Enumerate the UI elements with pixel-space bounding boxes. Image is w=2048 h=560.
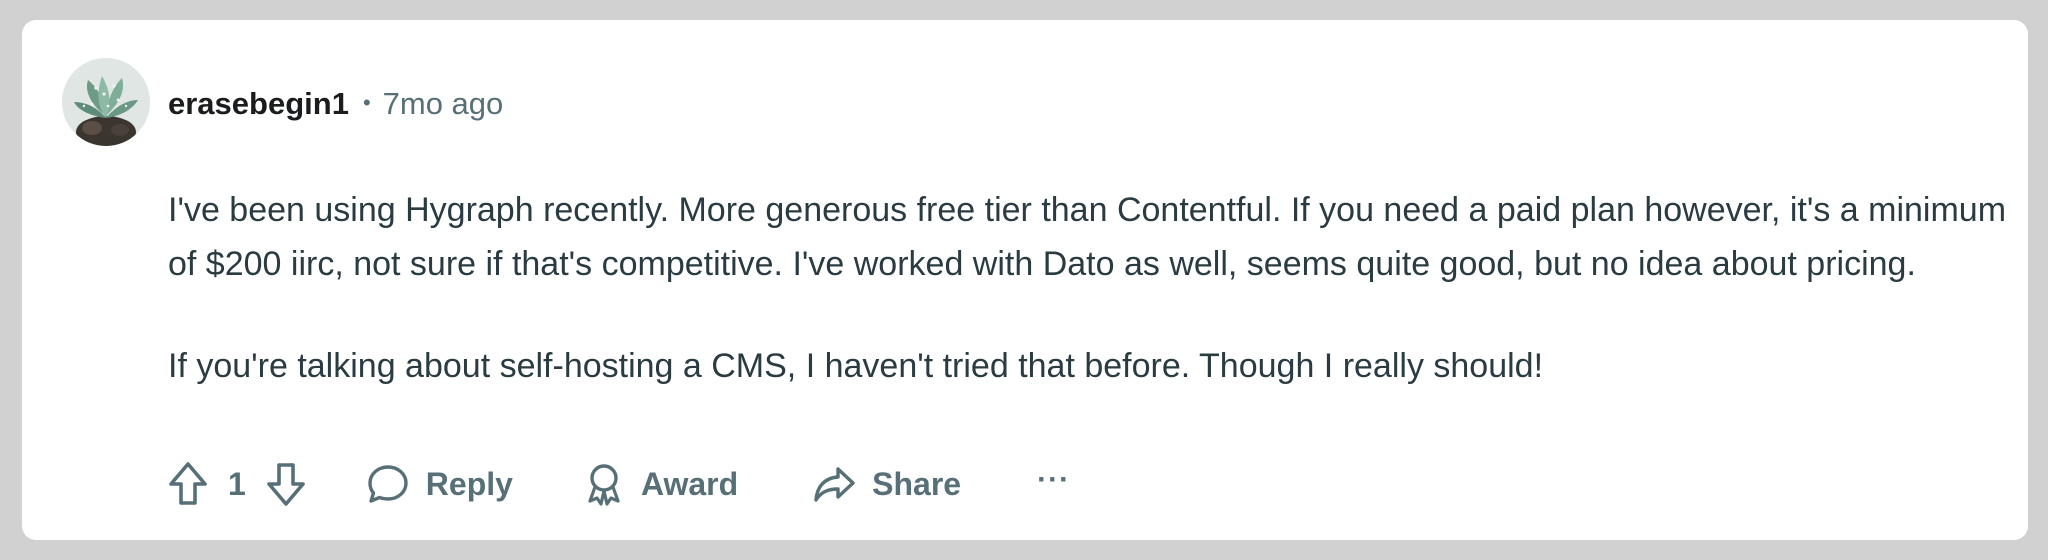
upvote-icon (169, 462, 207, 505)
succulent-avatar-icon (62, 58, 150, 146)
reply-label: Reply (425, 465, 513, 502)
comment-bubble-icon (368, 465, 408, 503)
more-options-icon: ··· (1037, 463, 1071, 496)
comment-header: erasebegin1 • 7mo ago (168, 84, 503, 124)
timestamp[interactable]: 7mo ago (383, 86, 504, 122)
share-button[interactable]: Share (812, 463, 961, 505)
award-icon (588, 464, 620, 506)
avatar[interactable] (62, 58, 150, 146)
reply-button[interactable]: Reply (366, 462, 513, 506)
comment-actions: 1 Reply Award Share ··· (166, 456, 1070, 512)
comment-paragraph: If you're talking about self-hosting a C… (168, 347, 1544, 385)
share-label: Share (872, 465, 962, 502)
vote-count: 1 (228, 465, 246, 502)
downvote-button[interactable] (264, 460, 308, 508)
comment-card: erasebegin1 • 7mo ago I've been using Hy… (22, 20, 2028, 540)
more-options-button[interactable]: ··· (1037, 463, 1070, 501)
username[interactable]: erasebegin1 (168, 86, 349, 122)
comment-paragraph: I've been using Hygraph recently. More g… (168, 191, 2007, 283)
award-button[interactable]: Award (583, 461, 738, 507)
separator-dot: • (362, 90, 371, 115)
downvote-icon (266, 463, 305, 506)
upvote-button[interactable] (166, 460, 210, 508)
award-label: Award (640, 465, 739, 502)
share-icon (814, 467, 855, 502)
comment-body: I've been using Hygraph recently. More g… (168, 183, 2008, 393)
